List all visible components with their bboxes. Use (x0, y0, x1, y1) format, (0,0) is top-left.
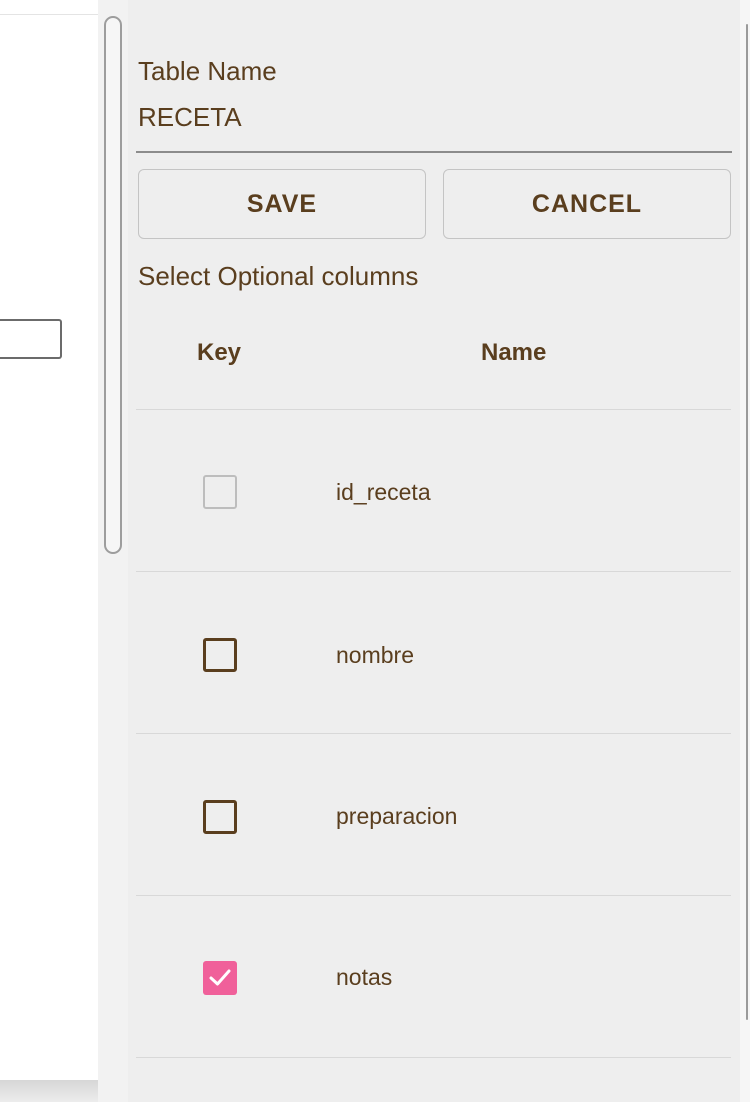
key-checkbox-notas[interactable] (203, 961, 237, 995)
row-divider (136, 895, 731, 896)
row-divider (136, 733, 731, 734)
save-button[interactable]: SAVE (138, 169, 426, 239)
right-scrollbar-thumb[interactable] (746, 24, 748, 1020)
row-divider (136, 571, 731, 572)
column-name-preparacion: preparacion (336, 803, 458, 829)
table-name-label: Table Name (138, 56, 277, 86)
key-checkbox-preparacion[interactable] (203, 800, 237, 834)
key-checkbox-nombre[interactable] (203, 638, 237, 672)
table-editor-panel (128, 0, 740, 1102)
key-checkbox-id-receta (203, 475, 237, 509)
table-name-underline (136, 151, 732, 153)
right-scrollbar-track (740, 0, 750, 1102)
name-column-header: Name (481, 339, 547, 366)
table-name-input[interactable]: RECETA (138, 102, 242, 132)
left-text-field[interactable] (0, 319, 62, 359)
check-icon (209, 969, 231, 986)
column-name-notas: notas (336, 964, 393, 990)
scrollbar-thumb[interactable] (104, 16, 122, 554)
cancel-button[interactable]: CANCEL (443, 169, 731, 239)
screen: Table Name RECETA SAVE CANCEL Select Opt… (0, 0, 750, 1102)
column-name-nombre: nombre (336, 642, 414, 668)
key-column-header: Key (197, 339, 242, 366)
header-divider (136, 409, 731, 410)
left-panel (0, 14, 99, 1081)
row-divider (136, 1057, 731, 1058)
optional-columns-label: Select Optional columns (138, 261, 419, 291)
column-name-id-receta: id_receta (336, 479, 431, 505)
